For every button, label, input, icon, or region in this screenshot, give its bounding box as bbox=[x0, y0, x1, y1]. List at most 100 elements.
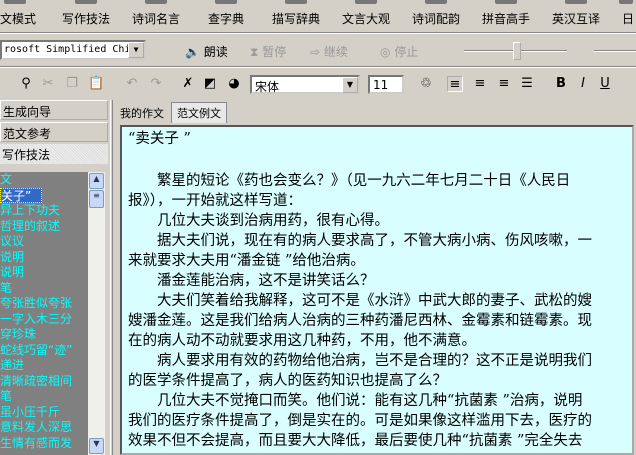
doc-line: 嫂潘金莲。这是我们给病人治病的三种药潘尼西林、金霉素和链霉素。现 bbox=[128, 313, 592, 329]
tool-icon bbox=[619, 0, 633, 4]
tool-icon bbox=[75, 0, 97, 4]
bold-icon[interactable]: B bbox=[553, 76, 569, 92]
list-item[interactable]: 关子” bbox=[0, 187, 42, 203]
list-item[interactable]: 说明 bbox=[0, 265, 88, 281]
read-button[interactable]: 🔈 朗读 bbox=[185, 43, 228, 60]
list-item[interactable]: 说明 bbox=[0, 250, 88, 266]
list-item[interactable]: 夸张胜似夸张 bbox=[0, 296, 88, 312]
list-item[interactable]: 蛇线巧留“迹” bbox=[0, 343, 88, 359]
main-toolbar: 文模式 写作技法 诗词名言 查字典 描写辞典 文言大观 诗词配韵 拼音高手 英汉互译 日 bbox=[0, 0, 636, 32]
volume-slider[interactable] bbox=[594, 50, 636, 52]
hourglass-icon: ⧗ bbox=[250, 45, 259, 59]
tab-sample-essay[interactable]: 范文例文 bbox=[171, 102, 227, 123]
topic-list[interactable]: 文关子” 异上下功夫 哲理的叙述 议议 说明 说明笔夸张胜似夸张 一字入木三分 穿珍珠 蛇线巧留… bbox=[0, 172, 88, 455]
list-item[interactable]: 议议 bbox=[0, 234, 88, 250]
underline-icon[interactable]: U bbox=[597, 76, 613, 92]
doc-line: 几位大夫不觉掩口而笑。他们说：能有这几种“抗菌素 ”治病，说明 bbox=[157, 393, 583, 409]
divider bbox=[0, 32, 636, 34]
voice-select[interactable]: rosoft Simplified Chir ▼ bbox=[0, 40, 146, 60]
list-item[interactable]: 清晰疏密相间 bbox=[0, 374, 88, 390]
stop-button[interactable]: ◎ 停止 bbox=[380, 43, 418, 60]
fill-color-icon[interactable]: ◩ bbox=[202, 76, 218, 92]
left-panel: 生成向导 范文参考 写作技法 文关子” 异上下功夫 哲理的叙述 议议 说明 说明笔夸张胜似夸张… bbox=[0, 100, 108, 455]
toolbar-button[interactable]: 文模式 bbox=[0, 0, 51, 32]
list-item[interactable]: 一字入木三分 bbox=[0, 312, 88, 328]
speaker-icon: 🔈 bbox=[185, 45, 200, 59]
doc-line: 在的病人动不动就要求用这几种药，不用，他不满意。 bbox=[128, 333, 476, 349]
scroll-thumb[interactable]: ≡ bbox=[89, 190, 104, 208]
convert-icon[interactable]: ♲ bbox=[418, 76, 434, 92]
list-item[interactable]: 生情有感而发 bbox=[0, 436, 88, 452]
tool-icon bbox=[215, 0, 237, 4]
clear-format-icon[interactable]: ✗ bbox=[180, 76, 196, 92]
tool-icon bbox=[145, 0, 167, 4]
redo-icon[interactable]: ↷ bbox=[148, 76, 164, 92]
copy-icon[interactable]: ❐ bbox=[64, 76, 80, 92]
toolbar-label: 拼音高手 bbox=[481, 12, 530, 26]
list-item[interactable]: 虽小压千斤 bbox=[0, 405, 88, 421]
align-left-icon[interactable]: ≡ bbox=[447, 76, 463, 92]
document-area[interactable]: “卖关子 ” 繁星的短论《药也会变么？》（见一九六二年七月二十日《人民日 报》），… bbox=[120, 125, 634, 455]
toolbar-label: 英汉互译 bbox=[551, 12, 600, 26]
list-item[interactable]: 笔 bbox=[0, 389, 88, 405]
chevron-down-icon[interactable]: ▼ bbox=[342, 77, 358, 93]
splitter[interactable] bbox=[110, 100, 113, 455]
tool-icon bbox=[355, 0, 377, 4]
font-size-stepper[interactable]: 11 bbox=[368, 75, 404, 94]
paste-icon[interactable]: 📋 bbox=[88, 76, 104, 92]
divider bbox=[0, 66, 636, 68]
tool-icon bbox=[425, 0, 447, 4]
slider-thumb[interactable] bbox=[513, 42, 521, 60]
color-icon[interactable]: ◕ bbox=[226, 76, 242, 92]
list-item[interactable]: 哲理的叙述 bbox=[0, 219, 88, 235]
toolbar-button[interactable]: 日 bbox=[611, 0, 636, 32]
panel-button[interactable]: 生成向导 bbox=[0, 100, 108, 120]
pause-label: 暂停 bbox=[262, 45, 287, 59]
toolbar-button[interactable]: 诗词配韵 bbox=[401, 0, 471, 32]
list-item[interactable]: 异上下功夫 bbox=[0, 203, 88, 219]
toolbar-button[interactable]: 文言大观 bbox=[331, 0, 401, 32]
toolbar-label: 查字典 bbox=[207, 12, 244, 26]
cut-icon[interactable]: ✂ bbox=[40, 76, 56, 92]
italic-icon[interactable]: I bbox=[575, 76, 591, 92]
tab-my-essay[interactable]: 我的作文 bbox=[115, 103, 169, 123]
font-select[interactable]: 宋体 ▼ bbox=[250, 75, 360, 94]
chevron-down-icon[interactable]: ▼ bbox=[128, 42, 144, 58]
toolbar-button[interactable]: 英汉互译 bbox=[541, 0, 611, 32]
toolbar-label: 日 bbox=[622, 12, 635, 26]
list-item[interactable]: 笔 bbox=[0, 281, 88, 297]
scroll-up-icon[interactable]: ▲ bbox=[89, 173, 104, 189]
toolbar-button[interactable]: 写作技法 bbox=[51, 0, 121, 32]
panel-button[interactable]: 写作技法 bbox=[0, 144, 108, 164]
list-item[interactable]: 意料发人深思 bbox=[0, 420, 88, 436]
list-item[interactable]: 递进 bbox=[0, 358, 88, 374]
arrow-right-icon: ⇨ bbox=[310, 45, 321, 59]
toolbar-label: 文言大观 bbox=[341, 12, 390, 26]
doc-line: 据大夫们说，现在有的病人要求高了，不管大病小病、伤风咳嗽，一 bbox=[157, 233, 592, 249]
align-center-icon[interactable]: ≡ bbox=[472, 76, 488, 92]
list-item[interactable]: 穿珍珠 bbox=[0, 327, 88, 343]
scroll-down-icon[interactable]: ▼ bbox=[89, 438, 104, 454]
doc-title: “卖关子 ” bbox=[128, 131, 191, 147]
undo-icon[interactable]: ↶ bbox=[124, 76, 140, 92]
toolbar-button[interactable]: 诗词名言 bbox=[121, 0, 191, 32]
list-item[interactable]: 文 bbox=[0, 172, 88, 188]
scrollbar[interactable]: ▲ ≡ ▼ bbox=[88, 172, 105, 455]
pause-button[interactable]: ⧗ 暂停 bbox=[250, 43, 286, 60]
resume-button[interactable]: ⇨ 继续 bbox=[310, 43, 348, 60]
doc-line: 病人要求用有效的药物给他治病，岂不是合理的？这不正是说明我们 bbox=[157, 353, 592, 369]
doc-line: 来就要求大夫用“潘金链 ”给他治病。 bbox=[128, 253, 365, 269]
bullet-list-icon[interactable]: ☰ bbox=[519, 76, 535, 92]
find-icon[interactable]: ⚲ bbox=[18, 76, 34, 92]
toolbar-label: 诗词配韵 bbox=[411, 12, 460, 26]
panel-button[interactable]: 范文参考 bbox=[0, 122, 108, 142]
doc-line: 大夫们笑着给我解释，这可不是《水浒》中武大郎的妻子、武松的嫂 bbox=[157, 293, 592, 309]
align-right-icon[interactable]: ≡ bbox=[496, 76, 512, 92]
stop-label: 停止 bbox=[394, 45, 419, 59]
toolbar-button[interactable]: 拼音高手 bbox=[471, 0, 541, 32]
toolbar-button[interactable]: 查字典 bbox=[191, 0, 261, 32]
doc-line: 效果不但不会提高，而且要大大降低，最后要使几种“抗菌素 ”完全失去 bbox=[128, 433, 583, 449]
toolbar-label: 文模式 bbox=[0, 12, 37, 26]
font-size-value: 11 bbox=[373, 78, 389, 92]
toolbar-button[interactable]: 描写辞典 bbox=[261, 0, 331, 32]
